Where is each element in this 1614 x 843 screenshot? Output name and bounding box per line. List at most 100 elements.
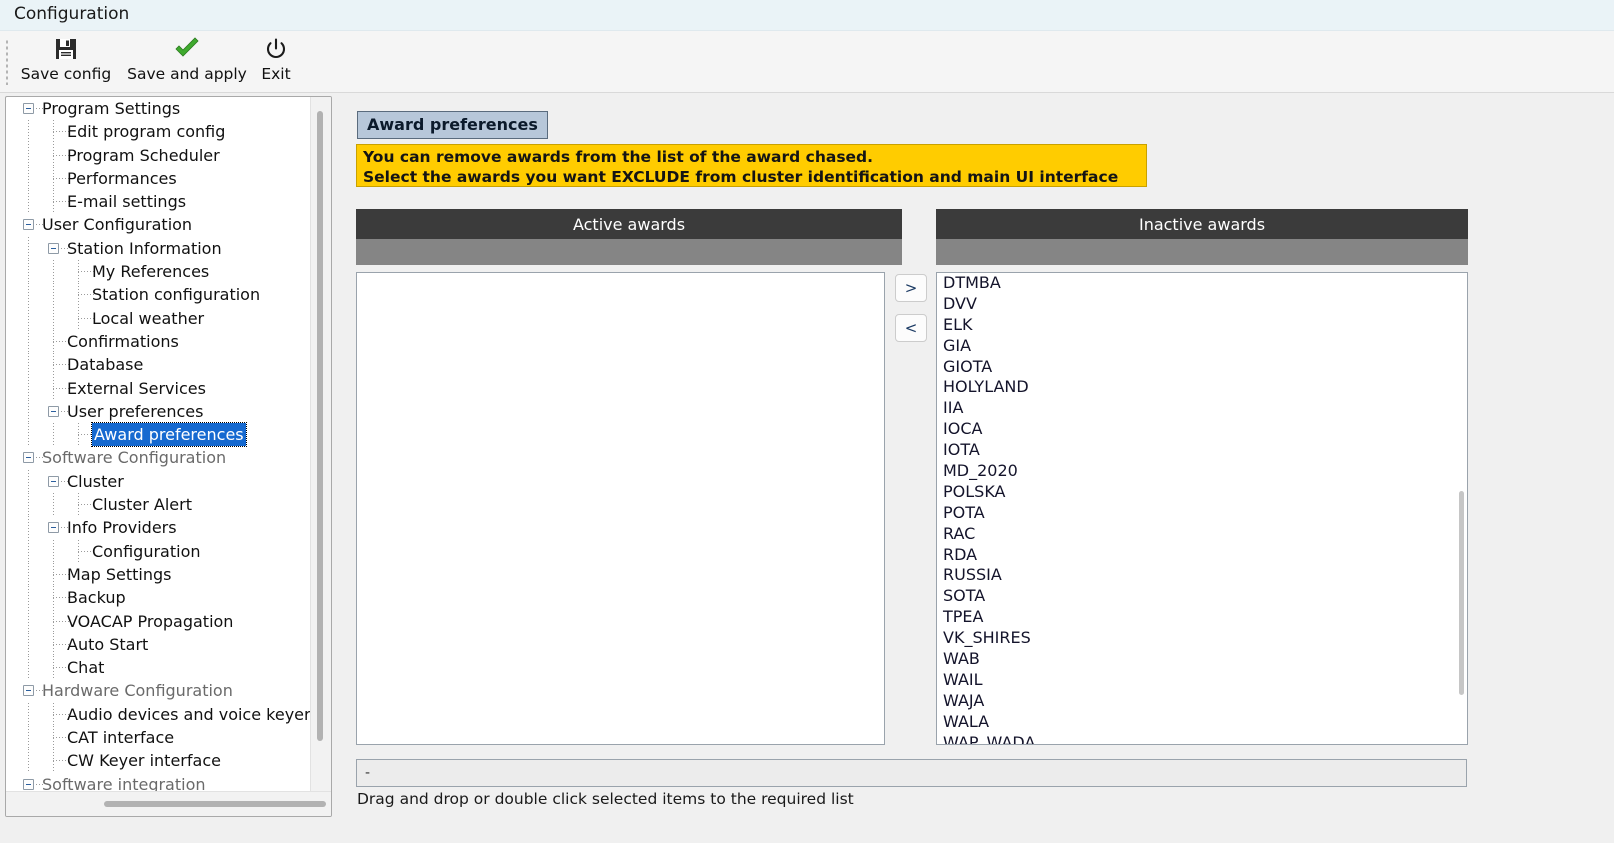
sidebar-item-program-settings[interactable]: Program Settings: [6, 97, 312, 120]
save-config-button[interactable]: Save config: [12, 34, 120, 90]
sidebar-item-label: User preferences: [67, 401, 204, 421]
sidebar-item-my-references[interactable]: My References: [6, 260, 312, 284]
inactive-award-item[interactable]: DTMBA: [937, 273, 1467, 294]
tree-expander-icon[interactable]: [23, 103, 34, 114]
sidebar-item-voacap-propagation[interactable]: VOACAP Propagation: [6, 609, 312, 633]
inactive-award-item[interactable]: MD_2020: [937, 461, 1467, 482]
tree-expander-icon[interactable]: [23, 219, 34, 231]
save-and-apply-button[interactable]: Save and apply: [122, 34, 252, 90]
sidebar-item-configuration[interactable]: Configuration: [6, 539, 312, 563]
inactive-award-item[interactable]: RUSSIA: [937, 565, 1467, 586]
sidebar-item-label: Cluster: [67, 471, 124, 491]
tree-expander-icon[interactable]: [23, 452, 34, 464]
inactive-award-item[interactable]: WAJA: [937, 691, 1467, 712]
sidebar-item-backup[interactable]: Backup: [6, 586, 312, 610]
sidebar-item-software-integration[interactable]: Software integration: [6, 773, 312, 791]
main-toolbar: Save config Save and apply Exit: [0, 31, 1614, 93]
sidebar-item-cat-interface[interactable]: CAT interface: [6, 726, 312, 750]
sidebar-item-label: Local weather: [92, 308, 205, 328]
sidebar-item-station-information[interactable]: Station Information: [6, 236, 312, 261]
settings-tree[interactable]: Program Settings Edit program config Progr…: [6, 97, 312, 791]
inactive-award-item[interactable]: SOTA: [937, 586, 1467, 607]
inactive-award-item[interactable]: ELK: [937, 315, 1467, 336]
tree-guide-line: [28, 423, 29, 447]
inactive-award-item[interactable]: GIA: [937, 336, 1467, 357]
inactive-award-item[interactable]: POLSKA: [937, 482, 1467, 503]
tree-guide-line: [28, 516, 29, 540]
sidebar-item-software-configuration[interactable]: Software Configuration: [6, 446, 312, 469]
sidebar-item-audio-devices-and-voice-keyer[interactable]: Audio devices and voice keyer: [6, 702, 312, 727]
sidebar-item-hardware-configuration[interactable]: Hardware Configuration: [6, 679, 312, 702]
inactive-award-item[interactable]: VK_SHIRES: [937, 628, 1467, 649]
sidebar-item-e-mail-settings[interactable]: E-mail settings: [6, 190, 312, 214]
save-and-apply-label: Save and apply: [127, 65, 247, 83]
window-titlebar: Configuration: [0, 0, 1614, 31]
inactive-awards-list[interactable]: DTMBA DVV ELK GIA GIOTA HOLYLAND IIA IOCA IOTA MD…: [936, 272, 1468, 745]
sidebar-item-local-weather[interactable]: Local weather: [6, 306, 312, 330]
inactive-award-item[interactable]: WAIL: [937, 670, 1467, 691]
tree-expander-icon[interactable]: [23, 778, 34, 790]
sidebar-item-cw-keyer-interface[interactable]: CW Keyer interface: [6, 749, 312, 773]
move-right-button[interactable]: >: [895, 274, 927, 302]
tree-expander-icon[interactable]: [48, 475, 59, 487]
sidebar-horizontal-scrollbar-thumb[interactable]: [104, 801, 326, 807]
inactive-award-item[interactable]: HOLYLAND: [937, 377, 1467, 398]
sidebar-item-info-providers[interactable]: Info Providers: [6, 516, 312, 540]
active-awards-list[interactable]: [356, 272, 885, 745]
sidebar-item-confirmations[interactable]: Confirmations: [6, 329, 312, 354]
inactive-award-item[interactable]: POTA: [937, 503, 1467, 524]
sidebar-item-user-configuration[interactable]: User Configuration: [6, 213, 312, 236]
sidebar-item-station-configuration[interactable]: Station configuration: [6, 283, 312, 307]
inactive-award-item[interactable]: WAB: [937, 649, 1467, 670]
inactive-award-item[interactable]: IIA: [937, 398, 1467, 419]
tree-expander-icon[interactable]: [48, 242, 59, 254]
tree-guide-line: [28, 329, 29, 354]
sidebar-item-label: Station configuration: [92, 285, 261, 305]
sidebar-item-cluster[interactable]: Cluster: [6, 469, 312, 494]
sidebar-item-map-settings[interactable]: Map Settings: [6, 562, 312, 587]
toolbar-drag-handle[interactable]: [5, 39, 10, 85]
sidebar-item-edit-program-config[interactable]: Edit program config: [6, 120, 312, 144]
inactive-award-item[interactable]: RDA: [937, 545, 1467, 566]
tree-guide-line: [28, 702, 29, 727]
sidebar-horizontal-scrollbar-track[interactable]: [6, 791, 331, 816]
tree-expander-icon[interactable]: [48, 405, 59, 417]
active-awards-subbar: [356, 239, 902, 265]
green-check-icon: [122, 34, 252, 64]
sidebar-item-cluster-alert[interactable]: Cluster Alert: [6, 493, 312, 517]
sidebar-item-award-preferences[interactable]: Award preferences: [6, 422, 312, 448]
sidebar-item-chat[interactable]: Chat: [6, 656, 312, 680]
tree-expander-icon[interactable]: [23, 685, 34, 697]
inactive-award-item[interactable]: WALA: [937, 712, 1467, 733]
settings-tree-panel: Program Settings Edit program config Progr…: [5, 96, 332, 817]
sidebar-vertical-scrollbar-track[interactable]: [310, 97, 331, 791]
inactive-award-item[interactable]: TPEA: [937, 607, 1467, 628]
sidebar-item-user-preferences[interactable]: User preferences: [6, 399, 312, 424]
tree-guide-line: [28, 469, 29, 494]
inactive-award-item[interactable]: WAP_WADA: [937, 733, 1467, 744]
power-icon: [252, 34, 300, 64]
sidebar-item-label: External Services: [67, 378, 206, 398]
sidebar-item-label: My References: [92, 262, 210, 282]
inactive-award-item[interactable]: IOCA: [937, 419, 1467, 440]
move-right-label: >: [904, 279, 918, 297]
inactive-award-item[interactable]: IOTA: [937, 440, 1467, 461]
inactive-awards-subbar: [936, 239, 1468, 265]
sidebar-item-performances[interactable]: Performances: [6, 166, 312, 191]
inactive-award-item[interactable]: RAC: [937, 524, 1467, 545]
inactive-award-item[interactable]: DVV: [937, 294, 1467, 315]
sidebar-item-auto-start[interactable]: Auto Start: [6, 632, 312, 657]
inactive-list-scrollbar-thumb[interactable]: [1459, 491, 1464, 695]
move-left-button[interactable]: <: [895, 314, 927, 342]
sidebar-item-program-scheduler[interactable]: Program Scheduler: [6, 143, 312, 167]
exit-button[interactable]: Exit: [252, 34, 300, 90]
inactive-award-item[interactable]: GIOTA: [937, 357, 1467, 378]
sidebar-item-database[interactable]: Database: [6, 353, 312, 377]
sidebar-item-label: User Configuration: [42, 215, 193, 235]
tree-expander-icon[interactable]: [48, 522, 59, 534]
tree-guide-line: [53, 260, 54, 284]
sidebar-item-label: Chat: [67, 658, 105, 678]
sidebar-vertical-scrollbar-thumb[interactable]: [317, 111, 323, 741]
sidebar-item-external-services[interactable]: External Services: [6, 376, 312, 400]
floppy-disk-icon: [12, 34, 120, 64]
